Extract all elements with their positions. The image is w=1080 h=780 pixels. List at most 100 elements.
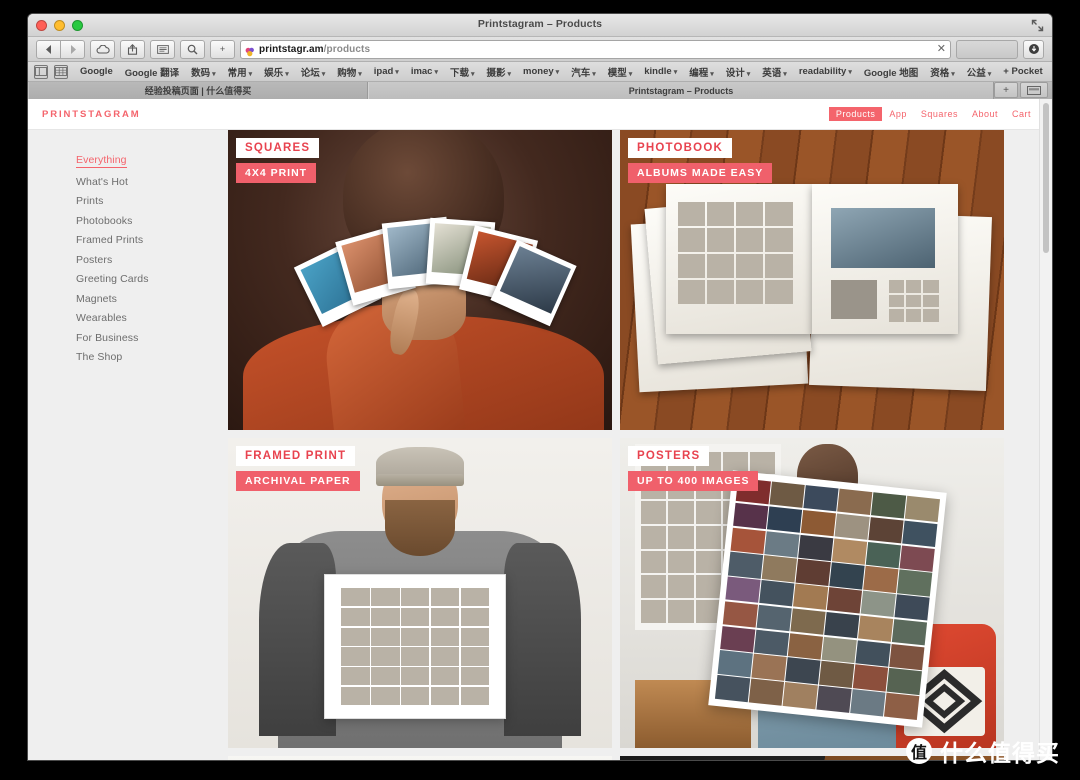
- product-card-photobook[interactable]: PHOTOBOOK ALBUMS MADE EASY: [620, 130, 1004, 430]
- new-tab-button[interactable]: +: [210, 39, 235, 59]
- chevron-down-icon: ▾: [951, 70, 955, 78]
- sidebar-item-wearables[interactable]: Wearables: [76, 312, 228, 324]
- bookmark-item-4[interactable]: 娱乐 ▾: [258, 65, 295, 79]
- sidebar-row-5: Posters: [76, 254, 228, 266]
- card-badges: POSTERS UP TO 400 IMAGES: [628, 446, 759, 491]
- bookmark-item-18[interactable]: readability ▾: [793, 66, 858, 77]
- downloads-icon[interactable]: [1023, 39, 1044, 59]
- sidebar-item-prints[interactable]: Prints: [76, 195, 228, 207]
- chevron-down-icon: ▾: [285, 70, 289, 78]
- stop-loading-button[interactable]: ✕: [937, 43, 946, 55]
- nav-item-about[interactable]: About: [965, 107, 1005, 121]
- product-grid: SQUARES 4X4 PRINT PHOTOBOOK ALBUMS MADE …: [228, 130, 1052, 760]
- bookmark-item-17[interactable]: 英语 ▾: [756, 65, 793, 79]
- bookmark-item-8[interactable]: imac ▾: [405, 66, 444, 77]
- sidebar-row-10: The Shop: [76, 351, 228, 363]
- sidebar-item-greeting-cards[interactable]: Greeting Cards: [76, 273, 228, 285]
- product-card-next-left[interactable]: [228, 756, 612, 760]
- scrollbar-thumb[interactable]: [1043, 103, 1049, 253]
- bookmark-item-16[interactable]: 设计 ▾: [720, 65, 757, 79]
- sidebar-item-framed-prints[interactable]: Framed Prints: [76, 234, 228, 246]
- chevron-down-icon: ▾: [673, 69, 678, 76]
- bookmark-item-14[interactable]: kindle ▾: [638, 66, 683, 77]
- card-title: POSTERS: [628, 446, 710, 466]
- reader-icon[interactable]: [150, 39, 175, 59]
- nav-item-products[interactable]: Products: [828, 107, 883, 121]
- top-sites-icon[interactable]: [54, 64, 68, 79]
- bookmark-item-0[interactable]: Google: [74, 66, 119, 77]
- icloud-tabs-icon[interactable]: [90, 39, 115, 59]
- tab-0[interactable]: 经验投稿页面 | 什么值得买: [28, 82, 368, 99]
- bookmark-item-19[interactable]: Google 地图: [858, 65, 924, 79]
- chevron-down-icon: ▾: [507, 70, 512, 78]
- product-card-framed-print[interactable]: FRAMED PRINT ARCHIVAL PAPER: [228, 438, 612, 748]
- card-title: FRAMED PRINT: [236, 446, 356, 466]
- sidebar-row-0: Everything: [76, 150, 228, 176]
- bookmark-item-6[interactable]: 购物 ▾: [331, 65, 368, 79]
- nav-item-cart[interactable]: Cart: [1005, 107, 1038, 121]
- bookmark-item-1[interactable]: Google 翻译: [119, 65, 185, 79]
- chevron-down-icon: ▾: [746, 70, 751, 78]
- nav-buttons: [36, 39, 85, 59]
- sidebar-row-2: Prints: [76, 195, 228, 207]
- watermark-text: 什么值得买: [940, 740, 1060, 766]
- tab-title: Printstagram – Products: [628, 85, 734, 96]
- show-all-tabs-icon[interactable]: [1020, 82, 1048, 98]
- chevron-down-icon: ▾: [395, 69, 399, 76]
- bookmark-item-5[interactable]: 论坛 ▾: [295, 65, 332, 79]
- sidebar-item-photobooks[interactable]: Photobooks: [76, 215, 228, 227]
- bookmark-item-12[interactable]: 汽车 ▾: [565, 65, 602, 79]
- bookmark-item-22[interactable]: + Pocket: [997, 66, 1048, 77]
- bookmark-item-13[interactable]: 模型 ▾: [602, 65, 639, 79]
- new-tab-icon[interactable]: +: [994, 82, 1018, 98]
- bookmark-item-11[interactable]: money ▾: [517, 66, 565, 77]
- sidebar-row-6: Greeting Cards: [76, 273, 228, 285]
- bookmark-item-9[interactable]: 下载 ▾: [444, 65, 481, 79]
- tab-bar: 经验投稿页面 | 什么值得买 Printstagram – Products +: [28, 82, 1052, 99]
- fullscreen-icon[interactable]: [1031, 19, 1044, 32]
- bookmark-item-7[interactable]: ipad ▾: [368, 66, 405, 77]
- nav-item-squares[interactable]: Squares: [914, 107, 965, 121]
- bookmark-item-23[interactable]: 游戏▾: [1049, 65, 1052, 79]
- show-sidebar-icon[interactable]: [34, 64, 48, 79]
- site-brand[interactable]: PRINTSTAGRAM: [42, 109, 141, 120]
- product-card-posters[interactable]: POSTERS UP TO 400 IMAGES: [620, 438, 1004, 748]
- sidebar-item-everything[interactable]: Everything: [76, 154, 127, 168]
- bookmark-item-20[interactable]: 资格 ▾: [924, 65, 961, 79]
- share-icon[interactable]: [120, 39, 145, 59]
- forward-button[interactable]: [61, 39, 85, 59]
- bookmark-item-10[interactable]: 摄影 ▾: [481, 65, 518, 79]
- sidebar-item-the-shop[interactable]: The Shop: [76, 351, 228, 363]
- sidebar-item-magnets[interactable]: Magnets: [76, 293, 228, 305]
- page-scrollbar[interactable]: [1039, 99, 1052, 760]
- browser-toolbar: + printstagr.am/products ✕: [28, 37, 1052, 62]
- card-subtitle: ARCHIVAL PAPER: [236, 471, 360, 491]
- watermark-badge: 值: [906, 738, 932, 764]
- search-icon[interactable]: [180, 39, 205, 59]
- tab-1[interactable]: Printstagram – Products: [368, 82, 994, 99]
- card-badges: SQUARES 4X4 PRINT: [236, 138, 320, 183]
- site-header: PRINTSTAGRAM Products App Squares About Cart: [28, 99, 1052, 130]
- address-bar[interactable]: printstagr.am/products ✕: [240, 39, 951, 59]
- card-title: SQUARES: [236, 138, 320, 158]
- card-badges: FRAMED PRINT ARCHIVAL PAPER: [236, 446, 360, 491]
- bookmark-item-15[interactable]: 编程 ▾: [683, 65, 720, 79]
- sidebar-item-for-business[interactable]: For Business: [76, 332, 228, 344]
- chevron-down-icon: ▾: [434, 69, 438, 76]
- sidebar-item-posters[interactable]: Posters: [76, 254, 228, 266]
- chevron-down-icon: ▾: [321, 70, 326, 78]
- sidebar-row-8: Wearables: [76, 312, 228, 324]
- sidebar-row-4: Framed Prints: [76, 234, 228, 246]
- back-button[interactable]: [36, 39, 61, 59]
- bookmarks-bar: Google Google 翻译 数码 ▾ 常用 ▾ 娱乐 ▾ 论坛 ▾ 购物 ▾ ipad ▾ imac ▾…: [28, 62, 1052, 82]
- smart-search-field[interactable]: [956, 39, 1018, 59]
- tab-title: 经验投稿页面 | 什么值得买: [144, 86, 252, 96]
- chevron-down-icon: ▾: [248, 70, 253, 78]
- sidebar-item-what-s-hot[interactable]: What's Hot: [76, 176, 228, 188]
- bookmark-item-2[interactable]: 数码 ▾: [185, 65, 222, 79]
- bookmark-item-3[interactable]: 常用 ▾: [222, 65, 259, 79]
- nav-item-app[interactable]: App: [882, 107, 914, 121]
- bookmark-item-21[interactable]: 公益 ▾: [961, 65, 998, 79]
- product-card-squares[interactable]: SQUARES 4X4 PRINT: [228, 130, 612, 430]
- chevron-down-icon: ▾: [848, 69, 852, 76]
